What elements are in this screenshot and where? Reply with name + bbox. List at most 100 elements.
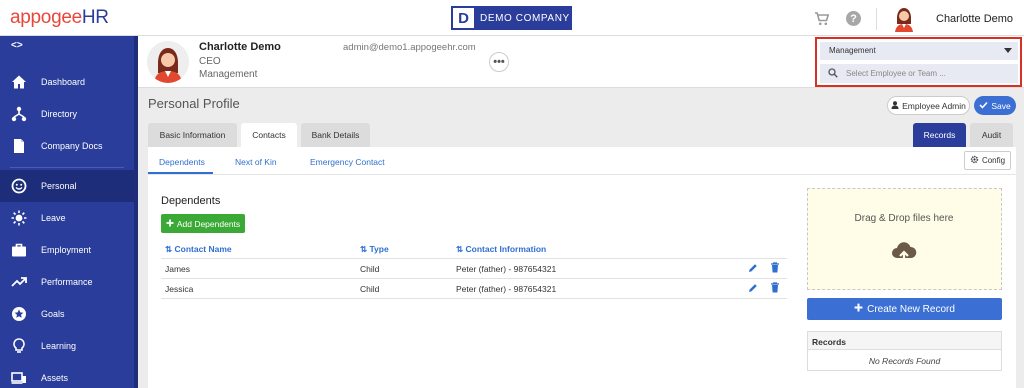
add-dependents-button[interactable]: Add Dependents xyxy=(161,214,245,233)
save-label: Save xyxy=(991,100,1011,111)
active-subtab-indicator xyxy=(148,172,213,174)
company-logo-letter: D xyxy=(453,8,474,28)
company-name: DEMO COMPANY xyxy=(480,12,570,24)
records-empty-message: No Records Found xyxy=(868,356,941,366)
cell-contact-information: Peter (father) - 987654321 xyxy=(456,264,557,274)
column-header-label: Contact Information xyxy=(465,244,547,254)
sidebar-item-performance[interactable]: Performance xyxy=(0,266,134,298)
create-new-record-button[interactable]: Create New Record xyxy=(807,298,1002,320)
sidebar-item-label: Learning xyxy=(41,341,77,351)
devices-icon xyxy=(10,369,28,387)
column-header-contact-name[interactable]: ⇅ Contact Name xyxy=(165,244,232,255)
sidebar-item-company-docs[interactable]: Company Docs xyxy=(0,130,134,162)
sidebar-item-label: Personal xyxy=(41,181,77,191)
star-badge-icon xyxy=(10,305,28,323)
logo-text-main: appogee xyxy=(10,7,82,28)
user-avatar[interactable] xyxy=(890,4,918,32)
cell-type: Child xyxy=(360,284,380,294)
sidebar-item-label: Directory xyxy=(41,109,78,119)
profile-name: Charlotte Demo xyxy=(199,41,281,53)
sidebar-item-directory[interactable]: Directory xyxy=(0,98,134,130)
table-divider xyxy=(161,298,787,299)
profile-job-title: CEO xyxy=(199,56,221,67)
edit-icon[interactable] xyxy=(748,283,758,295)
table-divider xyxy=(161,258,787,259)
sidebar-item-label: Company Docs xyxy=(41,141,103,151)
top-bar: appogeeHR D DEMO COMPANY ? Charlotte Dem… xyxy=(0,0,1024,36)
profile-avatar[interactable] xyxy=(147,41,189,83)
sidebar-item-employment[interactable]: Employment xyxy=(0,234,134,266)
records-panel-title: Records xyxy=(808,332,1001,350)
divider xyxy=(876,8,877,30)
profile-email[interactable]: admin@demo1.appogeehr.com xyxy=(343,42,476,53)
employee-search-input[interactable]: Select Employee or Team ... xyxy=(820,64,1018,83)
column-header-type[interactable]: ⇅ Type xyxy=(360,244,389,255)
sidebar-item-label: Dashboard xyxy=(41,77,86,87)
subtab-dependents[interactable]: Dependents xyxy=(159,157,205,167)
plus-icon xyxy=(854,303,863,315)
delete-icon[interactable] xyxy=(770,282,780,295)
tab-contacts[interactable]: Contacts xyxy=(241,123,297,147)
sidebar-scrollbar[interactable] xyxy=(134,36,138,388)
sidebar-item-learning[interactable]: Learning xyxy=(0,330,134,362)
delete-icon[interactable] xyxy=(770,262,780,275)
home-icon xyxy=(10,73,28,91)
help-icon[interactable]: ? xyxy=(846,11,861,26)
lightbulb-icon xyxy=(10,337,28,355)
company-banner: D DEMO COMPANY xyxy=(451,6,572,30)
sidebar-toggle-icon[interactable]: <> xyxy=(11,40,23,51)
sidebar-item-label: Goals xyxy=(41,309,65,319)
more-options-button[interactable]: ••• xyxy=(489,52,509,72)
dependents-heading: Dependents xyxy=(161,195,221,207)
tab-audit[interactable]: Audit xyxy=(970,123,1013,147)
sidebar-item-goals[interactable]: Goals xyxy=(0,298,134,330)
sidebar-item-label: Performance xyxy=(41,277,93,287)
current-user-name[interactable]: Charlotte Demo xyxy=(936,13,1013,25)
logo-text-hr: HR xyxy=(81,7,109,28)
contacts-panel: Dependents Next of Kin Emergency Contact… xyxy=(148,147,1016,388)
employee-admin-label: Employee Admin xyxy=(902,100,966,111)
column-header-contact-information[interactable]: ⇅ Contact Information xyxy=(456,244,546,255)
employee-selector-panel: Management Select Employee or Team ... xyxy=(815,37,1022,87)
file-dropzone[interactable]: Drag & Drop files here xyxy=(807,188,1002,290)
gear-icon xyxy=(970,155,979,166)
config-label: Config xyxy=(981,156,1006,165)
page-title: Personal Profile xyxy=(148,96,240,111)
chevron-down-icon xyxy=(1004,48,1012,53)
employee-admin-button[interactable]: Employee Admin xyxy=(887,96,970,115)
cart-icon[interactable] xyxy=(814,11,830,27)
plus-icon xyxy=(166,219,174,229)
cloud-upload-icon xyxy=(891,241,917,267)
add-dependents-label: Add Dependents xyxy=(176,218,241,229)
sidebar-divider xyxy=(10,167,124,168)
briefcase-icon xyxy=(10,241,28,259)
sun-icon xyxy=(10,209,28,227)
sidebar-item-label: Employment xyxy=(41,245,92,255)
sidebar-item-assets[interactable]: Assets xyxy=(0,362,134,388)
tab-basic-information[interactable]: Basic Information xyxy=(148,123,237,147)
edit-icon[interactable] xyxy=(748,263,758,275)
column-header-label: Type xyxy=(369,244,389,254)
dropzone-text: Drag & Drop files here xyxy=(854,213,954,224)
sidebar-item-dashboard[interactable]: Dashboard xyxy=(0,66,134,98)
department-dropdown[interactable]: Management xyxy=(820,42,1018,60)
search-icon xyxy=(828,68,838,80)
config-button[interactable]: Config xyxy=(964,151,1011,170)
save-button[interactable]: Save xyxy=(974,96,1016,115)
tab-bank-details[interactable]: Bank Details xyxy=(301,123,370,147)
tab-records[interactable]: Records xyxy=(913,123,966,147)
subtab-next-of-kin[interactable]: Next of Kin xyxy=(235,157,277,167)
cell-contact-name: Jessica xyxy=(165,284,194,294)
sidebar-item-leave[interactable]: Leave xyxy=(0,202,134,234)
appogee-logo[interactable]: appogeeHR xyxy=(10,7,109,29)
sidebar-item-label: Assets xyxy=(41,373,69,383)
subtab-emergency-contact[interactable]: Emergency Contact xyxy=(310,157,385,167)
sitemap-icon xyxy=(10,105,28,123)
cell-type: Child xyxy=(360,264,380,274)
sidebar-item-personal[interactable]: Personal xyxy=(0,170,134,202)
trend-line-icon xyxy=(10,273,28,291)
sidebar: <> Dashboard Directory Company Docs Pers… xyxy=(0,36,138,388)
subtab-bar: Dependents Next of Kin Emergency Contact… xyxy=(148,147,1016,175)
table-divider xyxy=(161,278,787,279)
document-icon xyxy=(10,137,28,155)
